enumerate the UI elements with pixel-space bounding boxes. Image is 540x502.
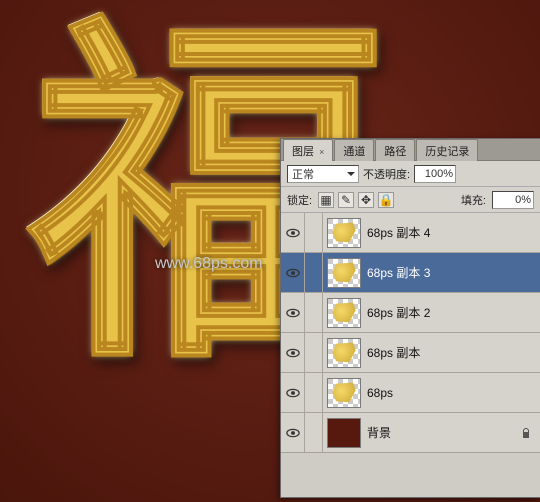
visibility-toggle[interactable] <box>281 373 305 412</box>
fill-label: 填充: <box>461 192 486 208</box>
visibility-toggle[interactable] <box>281 413 305 452</box>
layer-name: 68ps <box>367 386 393 400</box>
panel-controls-row2: 锁定: ▦ ✎ ✥ 🔒 填充: 0% <box>281 187 540 213</box>
layer-name: 背景 <box>367 424 391 441</box>
lock-toggle-group: ▦ ✎ ✥ 🔒 <box>318 192 394 208</box>
opacity-value: 100% <box>425 168 453 180</box>
tab-history-label: 历史记录 <box>425 146 469 158</box>
visibility-toggle[interactable] <box>281 213 305 252</box>
layer-name: 68ps 副本 <box>367 344 420 361</box>
layers-list: 68ps 副本 4 68ps 副本 3 68ps 副本 2 68ps 副本 68ps 背景 <box>281 213 540 497</box>
layer-row[interactable]: 68ps <box>281 373 540 413</box>
eye-icon <box>286 348 300 358</box>
visibility-toggle[interactable] <box>281 333 305 372</box>
link-cell[interactable] <box>305 333 323 372</box>
eye-icon <box>286 228 300 238</box>
eye-icon <box>286 308 300 318</box>
tab-close-icon[interactable]: × <box>319 147 324 157</box>
lock-position-icon[interactable]: ✥ <box>358 192 374 208</box>
layers-panel: 图层 × 通道 路径 历史记录 正常 不透明度: 100% 锁定: ▦ ✎ ✥ … <box>280 138 540 498</box>
layer-name: 68ps 副本 3 <box>367 264 430 281</box>
link-cell[interactable] <box>305 253 323 292</box>
visibility-toggle[interactable] <box>281 253 305 292</box>
lock-label: 锁定: <box>287 192 312 208</box>
link-cell[interactable] <box>305 413 323 452</box>
tab-channels-label: 通道 <box>343 146 365 158</box>
lock-all-icon[interactable]: 🔒 <box>378 192 394 208</box>
fill-value: 0% <box>515 194 531 206</box>
layer-row[interactable]: 68ps 副本 3 <box>281 253 540 293</box>
link-cell[interactable] <box>305 293 323 332</box>
lock-pixels-icon[interactable]: ✎ <box>338 192 354 208</box>
layer-row[interactable]: 68ps 副本 <box>281 333 540 373</box>
eye-icon <box>286 388 300 398</box>
layer-row[interactable]: 68ps 副本 2 <box>281 293 540 333</box>
tab-layers-label: 图层 <box>292 146 314 158</box>
panel-tabs: 图层 × 通道 路径 历史记录 <box>281 139 540 161</box>
link-cell[interactable] <box>305 213 323 252</box>
opacity-label: 不透明度: <box>363 166 410 182</box>
tab-history[interactable]: 历史记录 <box>416 139 478 161</box>
blend-mode-value: 正常 <box>292 166 314 182</box>
eye-icon <box>286 428 300 438</box>
layer-thumbnail[interactable] <box>327 218 361 248</box>
tab-paths[interactable]: 路径 <box>375 139 415 161</box>
panel-controls-row1: 正常 不透明度: 100% <box>281 161 540 187</box>
tab-channels[interactable]: 通道 <box>334 139 374 161</box>
layer-name: 68ps 副本 4 <box>367 224 430 241</box>
layer-row[interactable]: 68ps 副本 4 <box>281 213 540 253</box>
watermark-center: www.68ps.com <box>155 255 263 273</box>
link-cell[interactable] <box>305 373 323 412</box>
opacity-input[interactable]: 100% <box>414 165 456 183</box>
layer-row[interactable]: 背景 <box>281 413 540 453</box>
layer-thumbnail[interactable] <box>327 258 361 288</box>
visibility-toggle[interactable] <box>281 293 305 332</box>
tab-layers[interactable]: 图层 × <box>283 139 333 161</box>
layer-thumbnail[interactable] <box>327 378 361 408</box>
layer-thumbnail[interactable] <box>327 298 361 328</box>
layer-name: 68ps 副本 2 <box>367 304 430 321</box>
lock-icon <box>520 427 532 439</box>
layer-thumbnail[interactable] <box>327 338 361 368</box>
blend-mode-select[interactable]: 正常 <box>287 165 359 183</box>
eye-icon <box>286 268 300 278</box>
layer-thumbnail[interactable] <box>327 418 361 448</box>
fill-input[interactable]: 0% <box>492 191 534 209</box>
tab-paths-label: 路径 <box>384 146 406 158</box>
lock-transparency-icon[interactable]: ▦ <box>318 192 334 208</box>
